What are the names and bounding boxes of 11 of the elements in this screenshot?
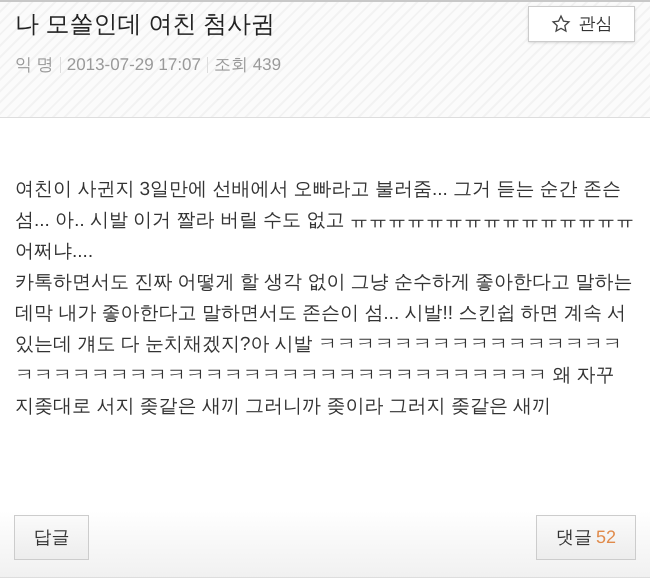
view-count: 조회 439 bbox=[214, 54, 282, 76]
post-body-text: 카톡하면서도 진짜 어떻게 할 생각 없이 그냥 순수하게 좋아한다고 말하는데막 내가 좋아한다고 말하면서도 존슨이 섬... 시발!! 스킨쉽 하면 계속 서 있는데 걔도 다 눈치채겠지?아 시발 ㅋㅋㅋㅋㅋㅋㅋㅋㅋㅋㅋㅋㅋㅋㅋㅋㅋㅋㅋㅋㅋㅋㅋㅋㅋㅋㅋㅋㅋㅋㅋㅋㅋㅋㅋㅋㅋㅋㅋㅋㅋㅋㅋㅋ 왜 자꾸 지좆대로 서지 좆같은 새끼 그러니까 좆이라 그러지 좆같은 새끼 bbox=[15, 271, 634, 419]
post-title: 나 모쏠인데 여친 첨사귐 bbox=[15, 10, 276, 40]
author-name: 익 명 bbox=[15, 54, 54, 76]
follow-button[interactable]: 관심 bbox=[528, 6, 635, 42]
post-body-text: 여친이 사귄지 3일만에 선배에서 오빠라고 불러줌... 그거 듣는 순간 존슨 섬... 아.. 시발 이거 짤라 버릴 수도 없고 ㅠㅠㅠㅠㅠㅠㅠㅠㅠㅠㅠㅠㅠㅠㅠ 어쩌냐.... bbox=[15, 178, 635, 264]
post-date: 2013-07-29 17:07 bbox=[66, 54, 201, 76]
reply-button[interactable]: 답글 bbox=[14, 515, 89, 560]
comments-button[interactable]: 댓글 52 bbox=[536, 515, 636, 560]
comment-count: 52 bbox=[596, 526, 616, 549]
star-icon bbox=[550, 14, 570, 34]
